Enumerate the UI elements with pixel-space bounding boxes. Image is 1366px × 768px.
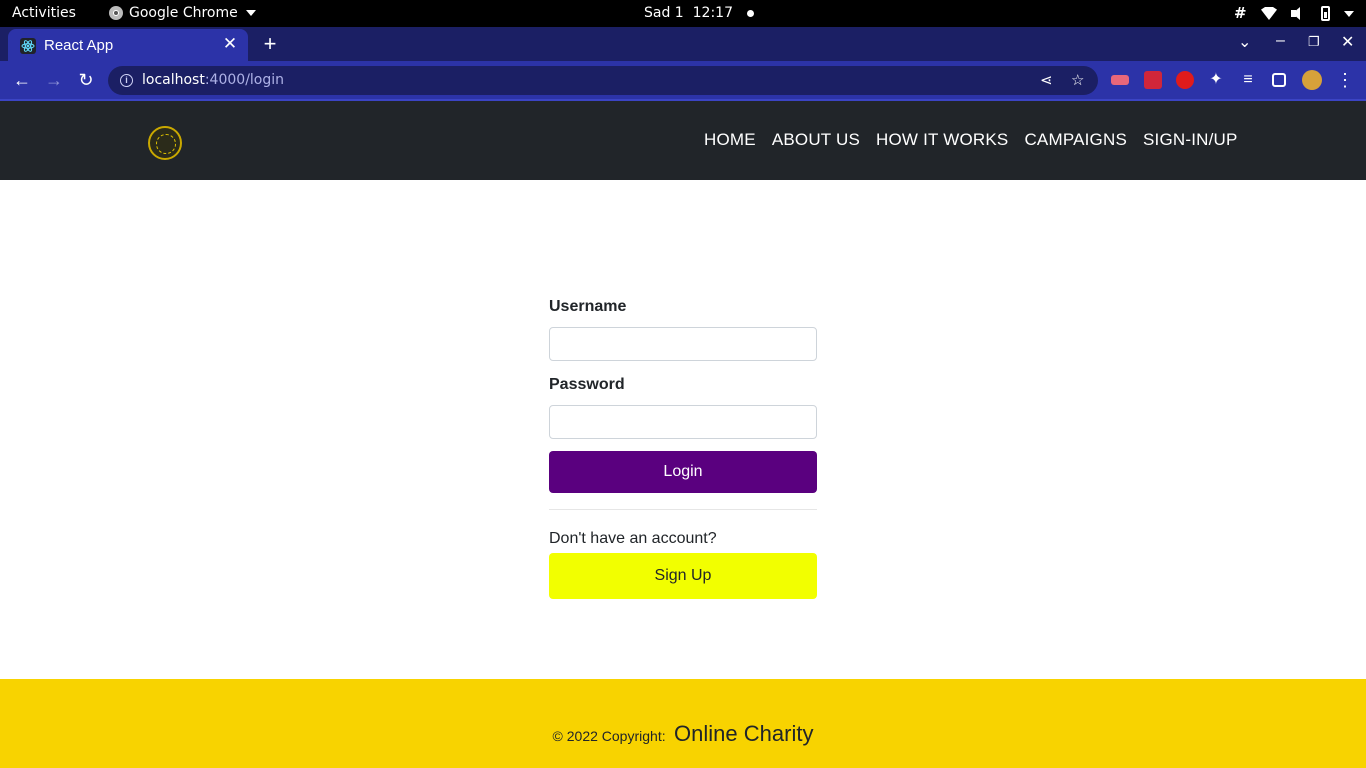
footer-text: © 2022 Copyright: Online Charity xyxy=(0,721,1366,747)
nav-link-how-it-works[interactable]: HOW IT WORKS xyxy=(876,130,1008,150)
url-text[interactable]: localhost:4000/login xyxy=(142,72,284,88)
password-label: Password xyxy=(549,376,625,393)
close-window-icon[interactable]: ✕ xyxy=(1341,32,1354,52)
site-logo[interactable] xyxy=(148,126,182,160)
footer-brand-link[interactable]: Online Charity xyxy=(674,721,813,746)
password-input[interactable] xyxy=(549,405,817,439)
volume-icon xyxy=(1291,7,1307,20)
react-icon xyxy=(20,38,36,54)
system-top-bar: Activities Google Chrome Sad 1 12:17 xyxy=(0,0,1366,27)
browser-toolbar: ← → ↻ i localhost:4000/login ⋖ ☆ ✦ ≡ ⋮ xyxy=(0,61,1366,99)
site-footer: © 2022 Copyright: Online Charity xyxy=(0,679,1366,768)
chevron-down-icon xyxy=(1344,10,1354,17)
back-arrow-icon[interactable]: ← xyxy=(11,69,33,91)
no-account-text: Don't have an account? xyxy=(549,530,717,547)
site-navbar: HOME ABOUT US HOW IT WORKS CAMPAIGNS SIG… xyxy=(0,101,1366,180)
avatar[interactable] xyxy=(1302,70,1322,90)
system-status-area[interactable] xyxy=(1233,4,1354,23)
chevron-down-icon xyxy=(245,10,256,16)
tab-search-icon[interactable]: ⌄ xyxy=(1238,32,1251,52)
info-icon[interactable]: i xyxy=(120,74,133,87)
activities-button[interactable]: Activities xyxy=(12,5,76,21)
share-icon[interactable]: ⋖ xyxy=(1040,71,1053,89)
clock[interactable]: Sad 1 12:17 xyxy=(644,5,754,21)
extension-video-icon[interactable] xyxy=(1111,75,1129,85)
username-input[interactable] xyxy=(549,327,817,361)
kebab-menu-icon[interactable]: ⋮ xyxy=(1334,69,1356,91)
wifi-icon xyxy=(1261,7,1277,20)
extension-red-icon[interactable] xyxy=(1144,71,1162,89)
login-form: Username Password Login Don't have an ac… xyxy=(549,298,817,599)
slack-icon[interactable] xyxy=(1233,4,1247,22)
login-button[interactable]: Login xyxy=(549,451,817,493)
new-tab-button[interactable]: + xyxy=(259,31,281,57)
restore-icon[interactable]: ❐ xyxy=(1308,34,1320,50)
nav-links: HOME ABOUT US HOW IT WORKS CAMPAIGNS SIG… xyxy=(704,130,1238,150)
reload-icon[interactable]: ↻ xyxy=(75,69,97,91)
nav-link-home[interactable]: HOME xyxy=(704,130,756,150)
address-bar[interactable]: i localhost:4000/login ⋖ ☆ xyxy=(108,66,1098,95)
forward-arrow-icon[interactable]: → xyxy=(43,69,65,91)
battery-icon xyxy=(1321,6,1330,21)
side-panel-icon[interactable] xyxy=(1272,73,1286,87)
nav-link-campaigns[interactable]: CAMPAIGNS xyxy=(1024,130,1127,150)
media-queue-icon[interactable]: ≡ xyxy=(1237,69,1259,91)
chrome-icon xyxy=(109,6,123,20)
tab-title: React App xyxy=(44,37,114,54)
copyright-text: © 2022 Copyright: xyxy=(552,728,666,744)
nav-link-about-us[interactable]: ABOUT US xyxy=(772,130,860,150)
browser-tab-strip: React App ✕ + ⌄ – ❐ ✕ xyxy=(0,27,1366,61)
extension-hand-icon[interactable] xyxy=(1176,71,1194,89)
username-label: Username xyxy=(549,298,627,315)
nav-link-sign-in-up[interactable]: SIGN-IN/UP xyxy=(1143,130,1238,150)
star-icon[interactable]: ☆ xyxy=(1071,71,1084,89)
divider xyxy=(549,509,817,510)
app-name: Google Chrome xyxy=(129,5,238,21)
clock-text: Sad 1 12:17 xyxy=(644,5,733,21)
tab-react-app[interactable]: React App ✕ xyxy=(8,29,248,61)
app-menu[interactable]: Google Chrome xyxy=(109,5,256,21)
signup-button[interactable]: Sign Up xyxy=(549,553,817,599)
minimize-icon[interactable]: – xyxy=(1276,32,1285,50)
notification-dot-icon xyxy=(746,9,754,17)
extensions-puzzle-icon[interactable]: ✦ xyxy=(1205,69,1227,91)
close-icon[interactable]: ✕ xyxy=(220,34,240,54)
